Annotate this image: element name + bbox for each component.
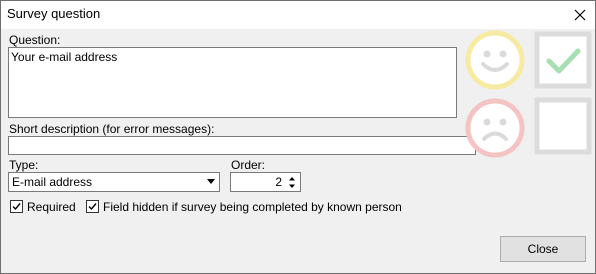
close-button[interactable]: Close [500,236,586,262]
spin-down-icon[interactable] [287,183,297,190]
required-label: Required [27,200,76,214]
type-dropdown-value: E-mail address [12,175,93,189]
short-description-label: Short description (for error messages): [9,122,215,136]
close-window-button[interactable] [565,1,595,29]
order-stepper[interactable]: 2 [230,172,301,192]
order-label: Order: [231,158,266,172]
survey-question-dialog: Survey question Question: Your e-mail ad… [0,0,596,274]
checkmark-box-icon [534,31,592,89]
hidden-for-known-person-checkbox[interactable] [86,200,99,213]
window-title: Survey question [7,6,101,21]
checkmark-icon [88,203,97,211]
empty-box-icon [534,97,592,155]
order-value: 2 [275,175,282,189]
happy-face-icon [465,30,525,90]
hidden-for-known-person-label: Field hidden if survey being completed b… [103,200,402,214]
type-label: Type: [9,158,39,172]
short-description-input[interactable] [8,136,476,155]
required-checkbox[interactable] [10,200,23,213]
close-icon [574,9,586,21]
type-dropdown[interactable]: E-mail address [8,172,220,192]
question-textarea[interactable]: Your e-mail address [8,47,457,118]
title-bar: Survey question [1,1,595,29]
spin-up-icon[interactable] [287,175,297,182]
checkmark-icon [12,203,21,211]
question-label: Question: [9,33,61,47]
chevron-down-icon [207,179,215,184]
sad-face-icon [465,98,525,158]
